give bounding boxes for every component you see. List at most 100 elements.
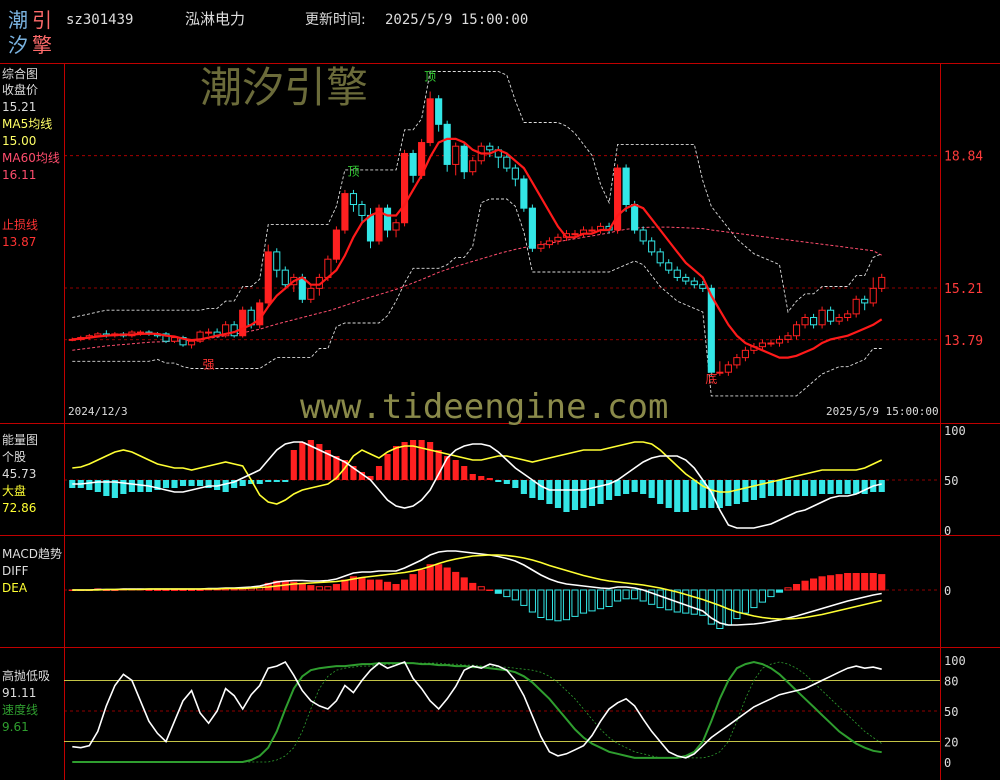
energy-bar — [265, 480, 272, 482]
macd-bar — [341, 579, 349, 591]
energy-tick-label: 100 — [944, 424, 966, 438]
candle-body — [205, 331, 213, 334]
candle-body — [869, 287, 877, 304]
price-tick-label: 15.21 — [944, 282, 983, 297]
candle-body — [443, 123, 451, 165]
macd-bar — [741, 589, 749, 614]
macd-bar — [537, 589, 545, 618]
macd-bar — [196, 589, 204, 591]
energy-bar — [708, 480, 715, 508]
kdj-tick-label: 50 — [944, 705, 958, 719]
macd-bar — [392, 584, 400, 591]
candle-body — [784, 335, 792, 340]
url-watermark: www.tideengine.com — [300, 387, 668, 427]
macd-bar — [588, 589, 596, 612]
stop-value: 13.87 — [2, 235, 36, 249]
energy-bar — [529, 480, 536, 498]
kdj-speed-value: 9.61 — [2, 720, 29, 734]
energy-bar — [776, 480, 783, 496]
chart-annotation: 强 — [203, 358, 215, 372]
energy-bar — [512, 480, 519, 488]
candle-body — [273, 251, 281, 271]
macd-bar — [869, 573, 877, 591]
candle-body — [486, 145, 494, 151]
macd-bar — [452, 571, 460, 591]
macd-bar — [528, 589, 536, 613]
energy-bar — [256, 480, 263, 484]
energy-market-label: 大盘 — [2, 483, 26, 498]
macd-dea-label: DEA — [2, 581, 28, 595]
energy-bar — [290, 450, 297, 480]
stock-name: 泓淋电力 — [185, 10, 245, 28]
macd-bar — [460, 577, 468, 591]
energy-bar — [657, 480, 664, 504]
price-tick-label: 13.79 — [944, 334, 983, 349]
candle-body — [622, 167, 630, 206]
logo-char-2: 引 — [32, 8, 52, 32]
date-end: 2025/5/9 15:00:00 — [826, 405, 939, 418]
kdj-value: 91.11 — [2, 686, 36, 700]
candle-body — [187, 340, 196, 346]
energy-tick-label: 0 — [944, 524, 951, 538]
candle-body — [503, 156, 511, 169]
energy-bar — [86, 480, 93, 490]
macd-bar — [690, 589, 698, 615]
energy-bar — [853, 480, 860, 494]
candle-body — [341, 193, 349, 231]
macd-bar — [733, 589, 741, 620]
macd-bar — [554, 589, 562, 622]
energy-bar — [733, 480, 740, 504]
energy-bar — [418, 440, 425, 480]
macd-bar — [622, 589, 630, 600]
energy-bar — [299, 442, 306, 480]
candle-body — [426, 98, 434, 144]
candle-body — [332, 229, 340, 260]
energy-stock-label: 个股 — [2, 450, 26, 464]
macd-bar — [383, 581, 392, 591]
candle-body — [409, 152, 417, 176]
candle-body — [835, 317, 843, 322]
macd-bar — [775, 589, 784, 593]
candle-body — [435, 98, 443, 125]
macd-bar — [162, 589, 170, 591]
energy-bar — [503, 480, 510, 484]
energy-bar — [580, 480, 587, 508]
energy-bar — [648, 480, 655, 498]
stock-code: sz301439 — [66, 12, 133, 28]
close-value: 15.21 — [2, 100, 36, 114]
energy-bar — [563, 480, 570, 512]
candle-body — [682, 276, 690, 282]
candle-body — [588, 229, 596, 232]
candle-body — [716, 371, 724, 374]
ma5-label: MA5均线 — [2, 117, 52, 131]
candle-body — [281, 269, 289, 286]
main-title: 综合图 — [2, 66, 38, 81]
macd-bar — [545, 589, 553, 621]
candle-body — [631, 204, 639, 231]
energy-bar — [554, 480, 562, 508]
candle-body — [810, 317, 818, 326]
macd-bar — [801, 580, 809, 591]
energy-bar — [239, 480, 246, 486]
energy-bar — [861, 480, 868, 494]
candle-body — [392, 222, 400, 231]
energy-bar — [878, 480, 885, 492]
macd-bar — [503, 589, 511, 598]
energy-bar — [162, 480, 170, 488]
candle-body — [383, 207, 392, 231]
energy-bar — [179, 480, 187, 486]
energy-bar — [546, 480, 553, 504]
macd-bar — [426, 564, 434, 591]
candle-body — [469, 160, 477, 173]
chart-annotation: 顶 — [424, 70, 436, 84]
energy-market-value: 72.86 — [2, 501, 36, 515]
energy-bar — [665, 480, 672, 508]
macd-bar — [418, 569, 426, 591]
macd-bar — [579, 589, 588, 614]
candle-body — [545, 240, 553, 246]
candle-body — [554, 236, 562, 242]
candle-body — [878, 276, 886, 289]
candle-body — [775, 338, 784, 344]
energy-bar — [222, 480, 229, 492]
candle-body — [528, 207, 536, 249]
